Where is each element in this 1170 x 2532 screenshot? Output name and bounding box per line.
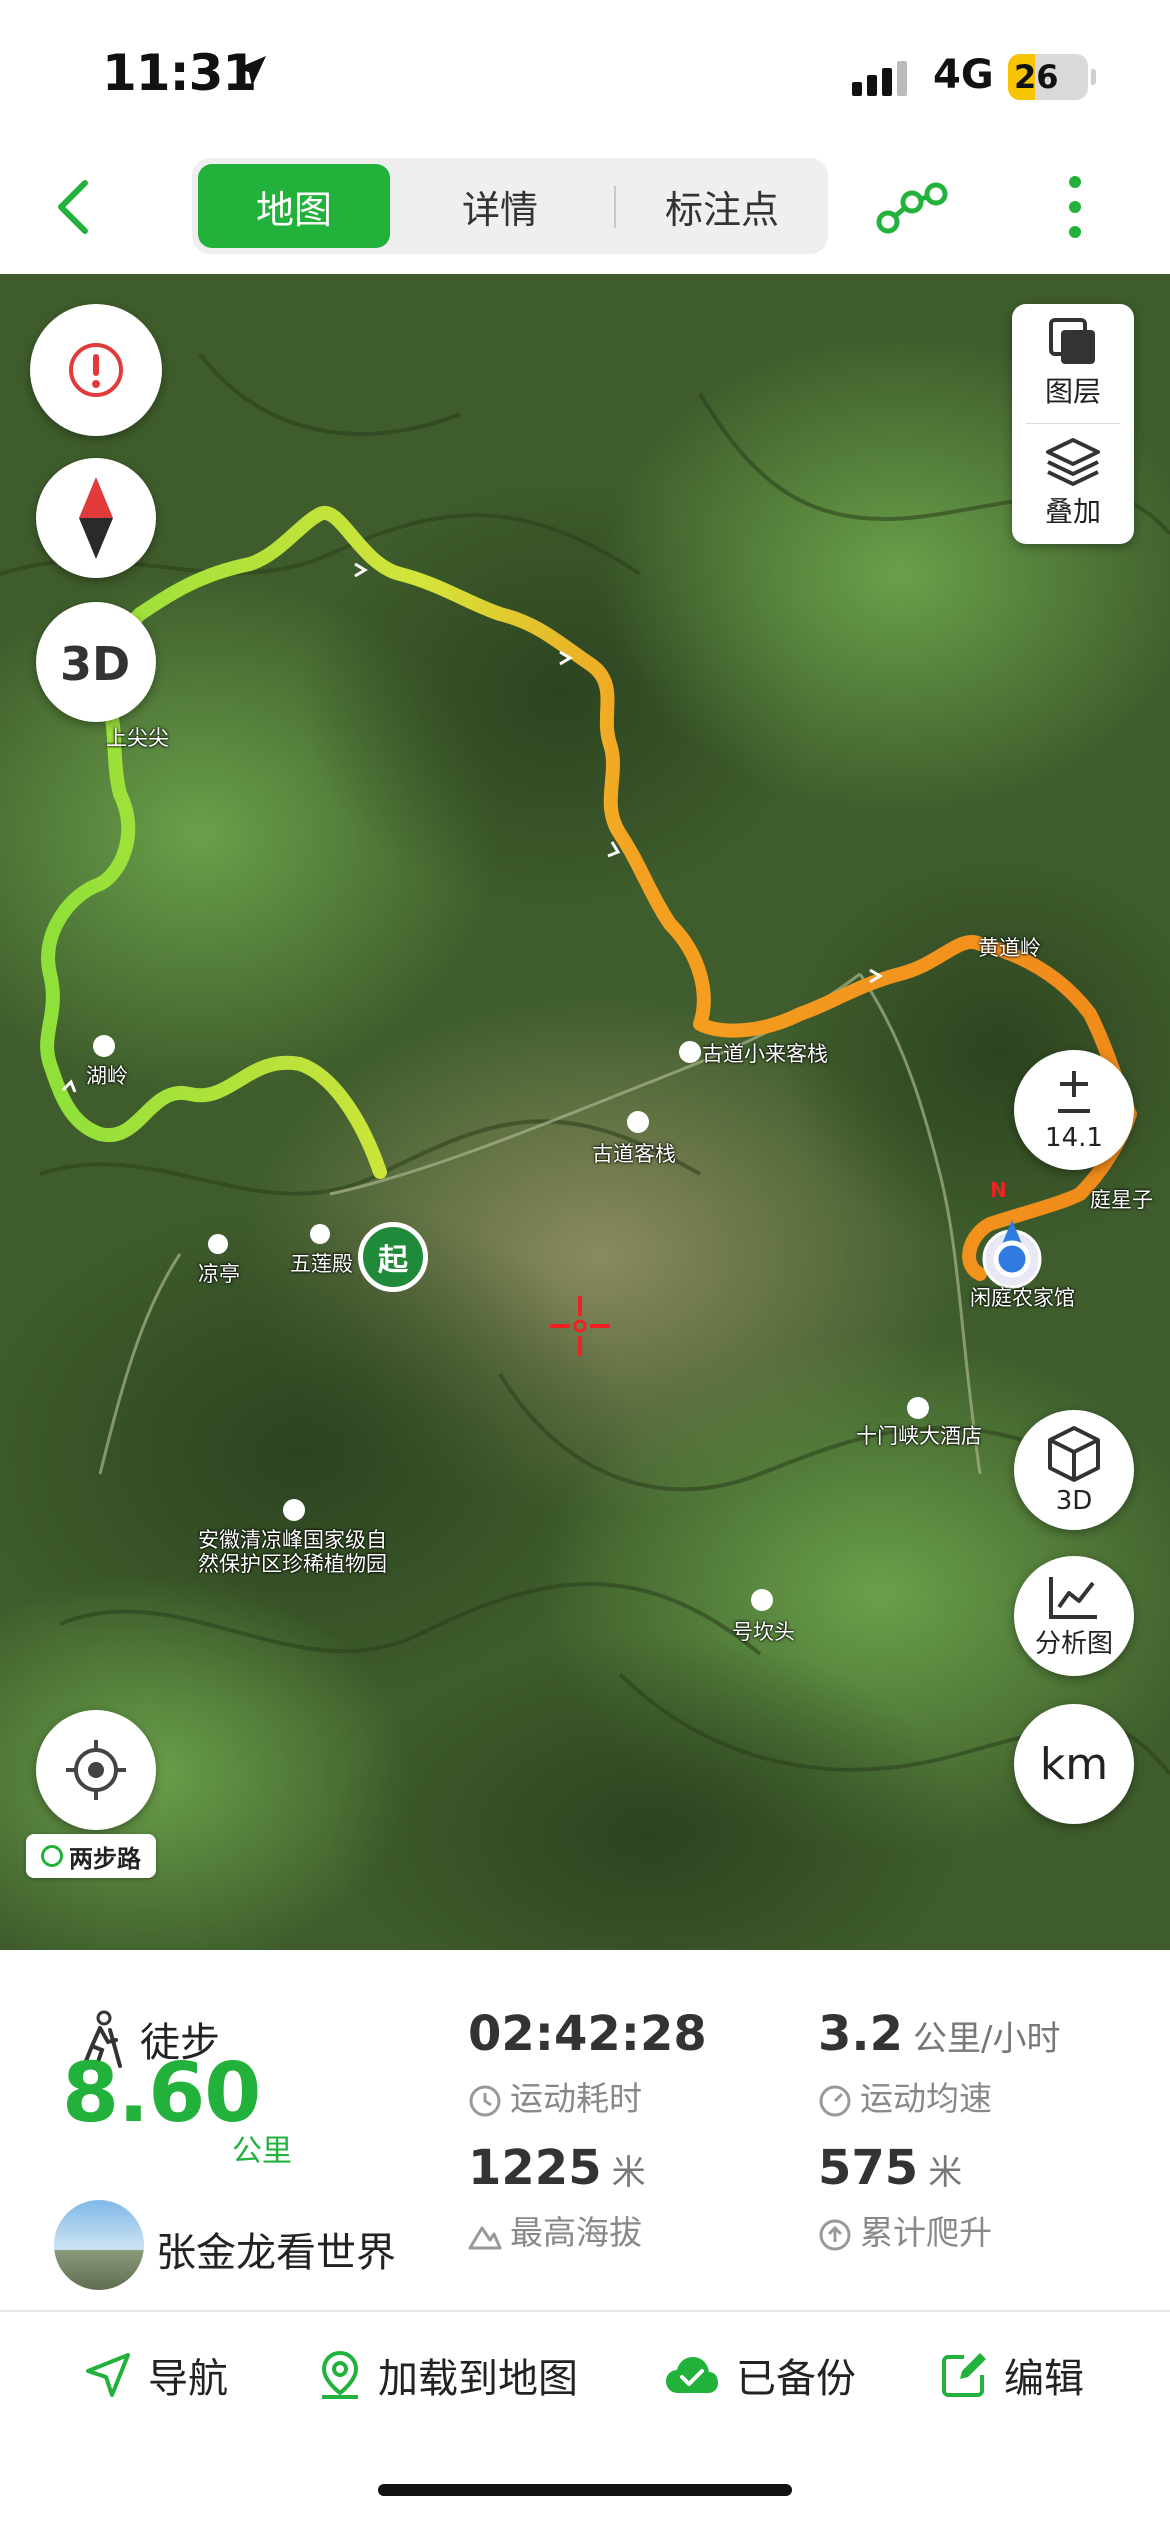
place-label: 十门峡大酒店 (856, 1424, 982, 1448)
exclamation-circle-icon (69, 343, 123, 397)
max-altitude-value: 1225 米 (468, 2140, 646, 2196)
analysis-button[interactable]: 分析图 (1014, 1556, 1134, 1676)
track-stats: 徒步 8.60 公里 张金龙看世界 02:42:28 运动耗时 3.2 公里/小时… (0, 1950, 1170, 2310)
max-altitude-label: 最高海拔 (468, 2206, 642, 2254)
avatar[interactable] (54, 2200, 144, 2290)
cube-icon (1048, 1426, 1100, 1482)
svg-text:3D: 3D (60, 637, 130, 691)
chevron-left-icon (58, 180, 88, 234)
line-chart-icon (1049, 1576, 1097, 1619)
3d-icon: 3D (60, 637, 130, 691)
place-label: 古道小来客栈 (702, 1042, 828, 1066)
back-button[interactable] (38, 172, 108, 242)
plus-minus-icon (1058, 1071, 1090, 1113)
place-label: 号坎头 (732, 1620, 795, 1644)
home-indicator (378, 2484, 792, 2496)
edit-icon (942, 2353, 986, 2397)
status-bar: 11:31 4G 26 (0, 0, 1170, 150)
tab-map[interactable]: 地图 (198, 164, 390, 248)
place-label: 湖岭 (86, 1064, 128, 1088)
layer-panel: 图层 叠加 (1012, 304, 1134, 544)
place-label: 黄道岭 (978, 936, 1041, 960)
place-label: 庭星子 (1090, 1188, 1153, 1212)
brand-logo-icon (41, 1845, 63, 1867)
signal-strength-icon (852, 61, 907, 96)
map-view[interactable]: 古道客栈 凉亭 五莲殿 十门峡大酒店 号坎头 闲庭农家馆 安徽清凉峰国家级自然保… (0, 274, 1170, 1950)
stack-layers-icon (1046, 438, 1100, 486)
load-to-map-button[interactable]: 加载到地图 (318, 2340, 578, 2410)
navigate-button[interactable]: 导航 (84, 2340, 228, 2410)
clock-icon (469, 2085, 501, 2116)
duration-label: 运动耗时 (468, 2072, 642, 2120)
overlay-button[interactable]: 叠加 (1012, 424, 1134, 542)
battery-icon: 26 (1008, 54, 1088, 100)
place-label: 上尖尖 (106, 726, 169, 750)
map-pin-icon (321, 2350, 359, 2399)
more-options-icon[interactable] (1052, 172, 1098, 242)
mountain-icon (468, 2226, 502, 2249)
3d-view-button[interactable]: 3D (36, 602, 156, 722)
my-location-button[interactable] (36, 1710, 156, 1830)
navigation-arrow-icon (86, 2353, 130, 2397)
distance-unit: 公里 (232, 2134, 292, 2169)
view-tab-switcher: 地图 详情 标注点 (192, 158, 828, 254)
climb-value: 575 米 (818, 2140, 963, 2196)
brand-watermark: 两步路 (26, 1834, 156, 1878)
bottom-action-bar: 导航 加载到地图 已备份 编辑 (0, 2312, 1170, 2532)
battery-nub (1091, 69, 1096, 85)
tab-divider (614, 186, 616, 228)
satellite-map (0, 274, 1170, 1950)
alert-button[interactable] (30, 304, 162, 436)
place-label: 古道客栈 (592, 1142, 676, 1166)
compass-button[interactable] (36, 458, 156, 578)
cloud-check-icon (666, 2357, 718, 2393)
nav-bar: 地图 详情 标注点 (0, 150, 1170, 274)
place-label: 闲庭农家馆 (970, 1286, 1075, 1310)
total-distance: 8.60 (62, 2046, 261, 2141)
place-label: 五莲殿 (290, 1252, 353, 1276)
track-share-icon[interactable] (872, 172, 952, 242)
layers-button[interactable]: 图层 (1012, 304, 1134, 422)
avg-speed-label: 运动均速 (818, 2072, 992, 2120)
user-name[interactable]: 张金龙看世界 (156, 2220, 396, 2278)
place-label: 凉亭 (198, 1262, 240, 1286)
start-marker[interactable]: 起 (358, 1222, 428, 1292)
layers-square-icon (1049, 318, 1095, 364)
network-type: 4G (933, 52, 994, 98)
climb-label: 累计爬升 (818, 2206, 992, 2254)
battery-level: 26 (1014, 58, 1059, 96)
zoom-button[interactable]: 14.1 (1014, 1050, 1134, 1170)
speedometer-icon (819, 2085, 851, 2116)
edit-button[interactable]: 编辑 (940, 2340, 1084, 2410)
tab-details[interactable]: 详情 (398, 164, 602, 248)
duration-value: 02:42:28 (468, 2006, 707, 2062)
place-label: 安徽清凉峰国家级自然保护区珍稀植物园 (198, 1528, 387, 1576)
zoom-level: 14.1 (1045, 1123, 1103, 1153)
location-arrow-icon (236, 56, 266, 86)
compass-icon (79, 477, 113, 559)
tab-waypoints[interactable]: 标注点 (620, 164, 824, 248)
arrow-up-circle-icon (819, 2219, 851, 2250)
3d-model-button[interactable]: 3D (1014, 1410, 1134, 1530)
north-marker: N (990, 1178, 1007, 1202)
locate-crosshair-icon (66, 1740, 126, 1800)
avg-speed-value: 3.2 公里/小时 (818, 2006, 1061, 2062)
unit-toggle-button[interactable]: km (1014, 1704, 1134, 1824)
backed-up-button[interactable]: 已备份 (664, 2340, 856, 2410)
